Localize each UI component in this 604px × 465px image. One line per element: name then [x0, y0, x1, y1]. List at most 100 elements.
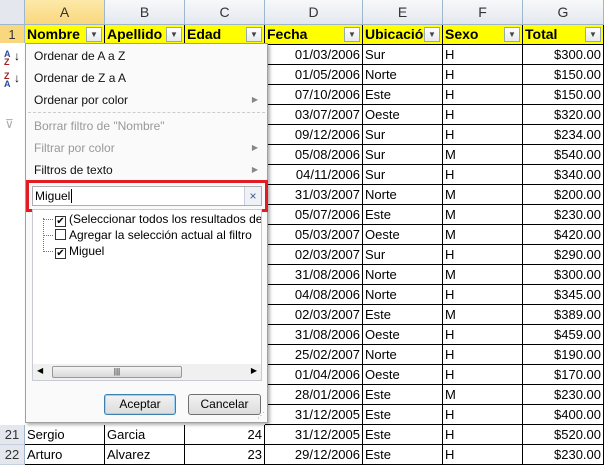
header-cell[interactable]: Nombre ▼ [25, 25, 105, 45]
table-cell: $170.00 [523, 365, 604, 385]
table-cell: 05/03/2007 [265, 225, 363, 245]
filter-list-item[interactable]: Agregar la selección actual al filtro [43, 227, 252, 243]
table-cell: 31/12/2005 [265, 425, 363, 445]
header-label: Edad [187, 26, 222, 42]
item-label: (Seleccionar todos los resultados de bús… [69, 212, 262, 226]
table-cell: H [443, 45, 523, 65]
table-cell: H [443, 125, 523, 145]
table-cell: 03/07/2007 [265, 105, 363, 125]
scroll-thumb[interactable]: ||| [52, 366, 182, 378]
table-cell: M [443, 225, 523, 245]
filter-dropdown-icon[interactable]: ▼ [344, 27, 360, 42]
filter-search-input[interactable]: Miguel × [32, 186, 262, 206]
checkbox[interactable]: ✔ [55, 248, 66, 259]
header-cell[interactable]: Sexo ▼ [443, 25, 523, 45]
filter-dropdown-icon[interactable]: ▼ [166, 27, 182, 42]
column-header-G[interactable]: G [523, 0, 604, 25]
sort-arrow-icon: ↓ [14, 49, 20, 63]
table-cell: Garcia [105, 425, 185, 445]
header-cell[interactable]: Total ▼ [523, 25, 604, 45]
menu-sort-by-color[interactable]: Ordenar por color ▶ [34, 90, 262, 110]
menu-label: Borrar filtro de "Nombre" [34, 119, 165, 133]
select-all-corner[interactable] [0, 0, 25, 25]
table-cell: Alvarez [105, 445, 185, 465]
table-cell: Este [363, 85, 443, 105]
menu-filter-by-color: Filtrar por color ▶ [34, 138, 262, 158]
filter-dropdown-icon[interactable]: ▼ [424, 27, 440, 42]
table-cell: H [443, 285, 523, 305]
table-cell: 02/03/2007 [265, 245, 363, 265]
table-cell: 09/12/2006 [265, 125, 363, 145]
header-label: Apellido [107, 26, 163, 42]
header-cell[interactable]: Ubicación ▼ [363, 25, 443, 45]
item-label: Agregar la selección actual al filtro [69, 228, 252, 242]
column-header-C[interactable]: C [185, 0, 265, 25]
table-cell: Norte [363, 185, 443, 205]
table-cell: $320.00 [523, 105, 604, 125]
table-cell: 28/01/2006 [265, 385, 363, 405]
horizontal-scrollbar[interactable]: ◀ ||| ▶ [33, 364, 261, 380]
row-header-22[interactable]: 22 [0, 445, 25, 465]
table-cell: $150.00 [523, 65, 604, 85]
filter-list-item[interactable]: ✔(Seleccionar todos los resultados de bú… [43, 211, 262, 227]
column-header-F[interactable]: F [443, 0, 523, 25]
table-cell: M [443, 385, 523, 405]
scroll-right-icon[interactable]: ▶ [251, 366, 257, 375]
table-cell: H [443, 445, 523, 465]
menu-icon-column: AZ ↓ ZA ↓ ⊽ [0, 43, 25, 423]
menu-sort-za[interactable]: Ordenar de Z a A [34, 68, 262, 88]
table-cell: 04/11/2006 [265, 165, 363, 185]
cancel-button[interactable]: Cancelar [188, 394, 261, 415]
tree-line [43, 219, 53, 220]
filter-dropdown-icon[interactable]: ▼ [86, 27, 102, 42]
row-header-1[interactable]: 1 [0, 25, 25, 45]
filter-dropdown-icon[interactable]: ▼ [246, 27, 262, 42]
table-cell: H [443, 405, 523, 425]
submenu-arrow-icon: ▶ [251, 165, 258, 174]
table-cell: $230.00 [523, 385, 604, 405]
table-cell: 05/08/2006 [265, 145, 363, 165]
table-cell: M [443, 265, 523, 285]
menu-label: Ordenar de Z a A [34, 71, 127, 85]
table-cell: H [443, 365, 523, 385]
filter-list-item[interactable]: ✔ Miguel [43, 243, 104, 259]
checkbox[interactable]: ✔ [55, 216, 66, 227]
column-header-B[interactable]: B [105, 0, 185, 25]
table-cell: Oeste [363, 105, 443, 125]
table-cell: H [443, 245, 523, 265]
table-cell: 04/08/2006 [265, 285, 363, 305]
column-header-D[interactable]: D [265, 0, 363, 25]
menu-text-filters[interactable]: Filtros de texto ▶ [34, 160, 262, 180]
filter-dropdown-icon[interactable]: ▼ [585, 27, 601, 42]
table-cell: Oeste [363, 325, 443, 345]
table-cell: 24 [185, 425, 265, 445]
table-cell: $290.00 [523, 245, 604, 265]
scroll-left-icon[interactable]: ◀ [37, 366, 43, 375]
row-header-21[interactable]: 21 [0, 425, 25, 445]
table-cell: Sur [363, 125, 443, 145]
column-header-A[interactable]: A [25, 0, 105, 25]
table-cell: Norte [363, 285, 443, 305]
checkbox[interactable] [55, 229, 66, 240]
table-cell: $420.00 [523, 225, 604, 245]
table-cell: 02/03/2007 [265, 305, 363, 325]
table-cell: Sur [363, 45, 443, 65]
header-cell[interactable]: Fecha ▼ [265, 25, 363, 45]
column-header-E[interactable]: E [363, 0, 443, 25]
tree-line [43, 251, 53, 252]
menu-sort-az[interactable]: Ordenar de A a Z [34, 46, 262, 66]
search-value: Miguel [35, 189, 71, 203]
table-cell: 31/03/2007 [265, 185, 363, 205]
clear-search-icon[interactable]: × [244, 187, 261, 205]
sort-za-icon: ZA [4, 71, 11, 89]
accept-button[interactable]: Aceptar [104, 394, 176, 415]
table-cell: H [443, 325, 523, 345]
table-cell: Sergio [25, 425, 105, 445]
table-cell: $234.00 [523, 125, 604, 145]
table-cell: $340.00 [523, 165, 604, 185]
filter-dropdown-icon[interactable]: ▼ [504, 27, 520, 42]
filter-values-list: ✔(Seleccionar todos los resultados de bú… [32, 209, 262, 381]
header-cell[interactable]: Apellido ▼ [105, 25, 185, 45]
header-cell[interactable]: Edad ▼ [185, 25, 265, 45]
table-cell: Este [363, 445, 443, 465]
